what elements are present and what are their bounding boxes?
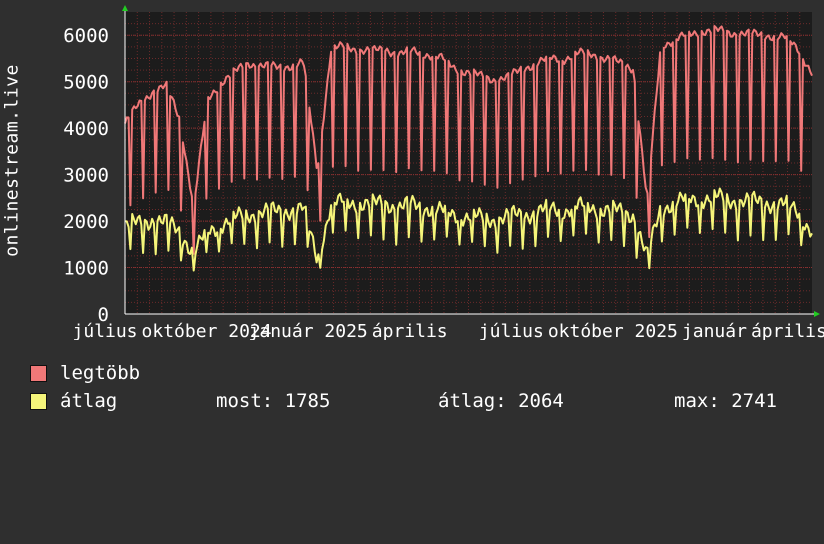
line-chart: 0100020003000400050006000július október 2… bbox=[63, 5, 824, 340]
y-axis-label: onlinestream.live bbox=[1, 64, 23, 257]
y-axis-arrow-icon bbox=[122, 5, 128, 11]
stat-now: most: 1785 bbox=[216, 390, 331, 412]
stat-max: max: 2741 bbox=[674, 390, 777, 412]
legend-label-avg: átlag bbox=[60, 390, 118, 412]
x-tick-label: április bbox=[372, 321, 448, 340]
x-tick-label: október 2025 bbox=[548, 321, 678, 340]
chart-stage: 0 1000 2000 3000 4000 5000 6000 július október 2… bbox=[0, 0, 824, 430]
legend-item-avg: átlag most: 1785 átlag: 2064 max: 2741 bbox=[30, 390, 824, 414]
x-tick-label: január bbox=[682, 321, 747, 340]
legend-item-max: legtöbb bbox=[30, 362, 140, 386]
y-tick-label: 2000 bbox=[63, 211, 109, 233]
legend-label-max: legtöbb bbox=[60, 362, 141, 384]
legend-swatch-avg bbox=[30, 393, 47, 410]
y-tick-label: 1000 bbox=[63, 258, 109, 280]
y-tick-label: 5000 bbox=[63, 72, 109, 94]
y-tick-label: 4000 bbox=[63, 118, 109, 140]
x-tick-label: április 2026 bbox=[751, 321, 824, 340]
stat-average: átlag: 2064 bbox=[438, 390, 564, 412]
x-tick-label: január 2025 bbox=[249, 321, 368, 340]
x-tick-label: július bbox=[72, 321, 137, 340]
x-tick-label: július bbox=[479, 321, 544, 340]
y-tick-label: 6000 bbox=[63, 25, 109, 47]
y-tick-label: 3000 bbox=[63, 165, 109, 187]
x-axis-arrow-icon bbox=[814, 311, 820, 317]
legend-swatch-max bbox=[30, 365, 47, 382]
